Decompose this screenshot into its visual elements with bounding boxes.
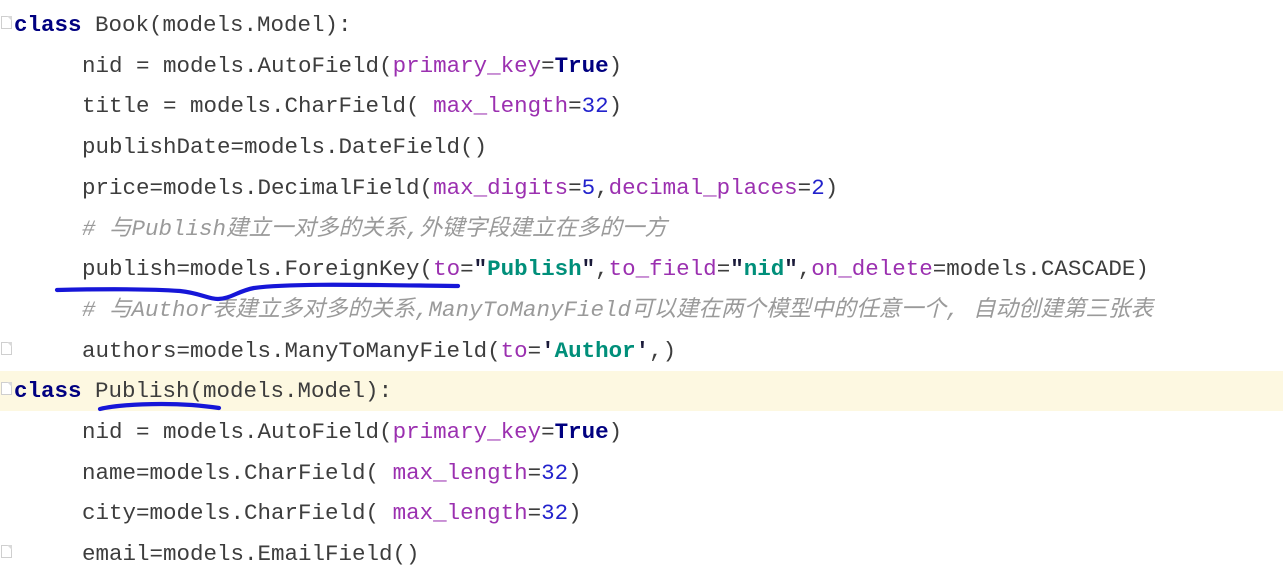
token-param: on_delete bbox=[811, 256, 933, 283]
token-param: primary_key bbox=[392, 52, 542, 79]
token-quote: " bbox=[784, 256, 798, 283]
line-name-text: name=models.CharField( max_length=32) bbox=[0, 453, 582, 493]
token-num: 32 bbox=[541, 500, 569, 527]
fold-gutter[interactable] bbox=[0, 0, 14, 580]
token-plain: , bbox=[595, 174, 609, 201]
token-num: 2 bbox=[811, 174, 825, 201]
token-plain: ) bbox=[608, 93, 623, 120]
line-price[interactable]: price=models.DecimalField(max_digits=5,d… bbox=[0, 168, 1283, 208]
token-plain: , bbox=[595, 256, 609, 283]
line-nid-publish[interactable]: nid = models.AutoField(primary_key=True) bbox=[0, 412, 1283, 452]
token-plain: price=models.DecimalField( bbox=[82, 174, 434, 201]
token-plain: ) bbox=[568, 459, 582, 486]
token-param: max_digits bbox=[433, 174, 569, 201]
token-plain: title = models.CharField( bbox=[82, 93, 434, 120]
fold-marker-icon[interactable] bbox=[1, 341, 12, 355]
token-num: 32 bbox=[541, 459, 569, 486]
line-publish-fk-text: publish=models.ForeignKey(to="Publish",t… bbox=[0, 249, 1149, 289]
token-plain: authors=models.ManyToManyField( bbox=[82, 337, 501, 364]
token-quote: " bbox=[581, 256, 596, 283]
line-city-text: city=models.CharField( max_length=32) bbox=[0, 493, 582, 533]
token-str: Author bbox=[554, 337, 636, 364]
token-quote: ' bbox=[541, 337, 555, 364]
token-num: 5 bbox=[581, 174, 596, 201]
token-param: to bbox=[500, 337, 528, 364]
token-bool: True bbox=[554, 52, 609, 79]
line-class-book-text: class Book(models.Model): bbox=[0, 5, 352, 45]
line-email-text: email=models.EmailField() bbox=[0, 534, 420, 574]
line-class-publish[interactable]: class Publish(models.Model): bbox=[0, 371, 1283, 412]
token-plain: ) bbox=[608, 52, 623, 79]
token-kw: class bbox=[14, 12, 82, 38]
line-nid-publish-text: nid = models.AutoField(primary_key=True) bbox=[0, 412, 622, 452]
line-name[interactable]: name=models.CharField( max_length=32) bbox=[0, 453, 1283, 493]
token-bool: True bbox=[554, 419, 609, 445]
line-authors-m2m[interactable]: authors=models.ManyToManyField(to='Autho… bbox=[0, 331, 1283, 371]
token-num: 32 bbox=[581, 93, 609, 120]
token-param: max_length bbox=[392, 459, 528, 486]
token-param: decimal_places bbox=[608, 174, 798, 201]
fold-marker-icon[interactable] bbox=[1, 382, 12, 396]
line-comment-author-text: # 与Author表建立多对多的关系,ManyToManyField可以建在两个… bbox=[0, 290, 1153, 330]
token-plain: = bbox=[568, 93, 582, 120]
line-city[interactable]: city=models.CharField( max_length=32) bbox=[0, 493, 1283, 533]
line-price-text: price=models.DecimalField(max_digits=5,d… bbox=[0, 168, 838, 208]
token-plain: = bbox=[460, 256, 474, 283]
token-param: max_length bbox=[433, 93, 569, 120]
token-plain: = bbox=[527, 337, 542, 364]
token-plain: city=models.CharField( bbox=[82, 500, 393, 527]
token-plain: ) bbox=[824, 174, 839, 201]
token-param: primary_key bbox=[392, 419, 542, 445]
token-plain: name=models.CharField( bbox=[82, 459, 393, 486]
line-authors-m2m-text: authors=models.ManyToManyField(to='Autho… bbox=[0, 331, 676, 371]
line-publish-fk[interactable]: publish=models.ForeignKey(to="Publish",t… bbox=[0, 249, 1283, 289]
token-param: max_length bbox=[392, 500, 528, 527]
token-plain: = bbox=[541, 419, 555, 445]
token-plain: =models.CASCADE) bbox=[932, 256, 1149, 283]
token-param: to_field bbox=[608, 256, 717, 283]
token-plain: = bbox=[541, 52, 555, 79]
token-plain: Book(models.Model): bbox=[81, 12, 352, 38]
token-plain: , bbox=[797, 256, 812, 283]
token-plain: ,) bbox=[649, 337, 677, 364]
line-comment-author[interactable]: # 与Author表建立多对多的关系,ManyToManyField可以建在两个… bbox=[0, 290, 1283, 330]
code-editor[interactable]: class Book(models.Model): nid = models.Au… bbox=[0, 0, 1283, 580]
token-quote: ' bbox=[635, 337, 650, 364]
token-plain: email=models.EmailField() bbox=[82, 541, 420, 568]
fold-marker-icon[interactable] bbox=[1, 545, 12, 559]
token-plain: publish=models.ForeignKey( bbox=[82, 256, 434, 283]
line-comment-publish[interactable]: # 与Publish建立一对多的关系,外键字段建立在多的一方 bbox=[0, 209, 1283, 249]
token-plain: ) bbox=[568, 500, 582, 527]
line-nid-book[interactable]: nid = models.AutoField(primary_key=True) bbox=[0, 46, 1283, 86]
line-comment-publish-text: # 与Publish建立一对多的关系,外键字段建立在多的一方 bbox=[0, 209, 667, 249]
token-plain: = bbox=[527, 500, 542, 527]
line-publishdate-text: publishDate=models.DateField() bbox=[0, 127, 487, 167]
token-str: Publish bbox=[487, 256, 582, 283]
token-quote: " bbox=[473, 256, 488, 283]
token-kw: class bbox=[14, 378, 82, 405]
line-publishdate[interactable]: publishDate=models.DateField() bbox=[0, 127, 1283, 167]
token-comment: # 与Publish建立一对多的关系,外键字段建立在多的一方 bbox=[82, 215, 668, 242]
token-plain: nid = models.AutoField( bbox=[82, 419, 393, 445]
line-email[interactable]: email=models.EmailField() bbox=[0, 534, 1283, 574]
token-plain: Publish(models.Model): bbox=[81, 378, 393, 405]
line-nid-book-text: nid = models.AutoField(primary_key=True) bbox=[0, 46, 622, 86]
line-title-text: title = models.CharField( max_length=32) bbox=[0, 86, 622, 126]
token-quote: " bbox=[730, 256, 744, 283]
token-plain: = bbox=[797, 174, 812, 201]
token-plain: = bbox=[527, 459, 542, 486]
token-str: nid bbox=[743, 256, 785, 283]
token-plain: ) bbox=[608, 419, 623, 445]
token-plain: = bbox=[716, 256, 731, 283]
fold-marker-icon[interactable] bbox=[1, 16, 12, 29]
line-class-publish-text: class Publish(models.Model): bbox=[0, 371, 392, 411]
line-class-book[interactable]: class Book(models.Model): bbox=[0, 5, 1283, 45]
token-plain: = bbox=[568, 174, 582, 201]
token-comment: # 与Author表建立多对多的关系,ManyToManyField可以建在两个… bbox=[82, 296, 1154, 323]
line-title[interactable]: title = models.CharField( max_length=32) bbox=[0, 86, 1283, 126]
token-plain: nid = models.AutoField( bbox=[82, 52, 393, 79]
token-param: to bbox=[433, 256, 461, 283]
token-plain: publishDate=models.DateField() bbox=[82, 134, 488, 161]
